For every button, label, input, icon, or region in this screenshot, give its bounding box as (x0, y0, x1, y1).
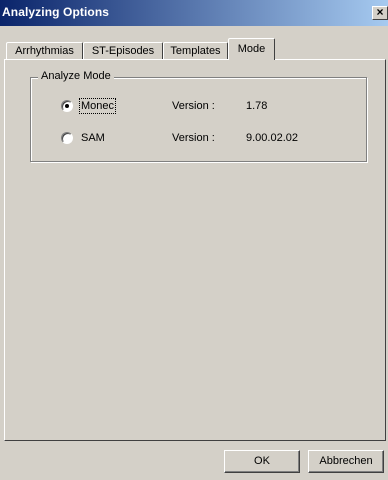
monec-radio[interactable] (61, 100, 73, 112)
monec-version-value: 1.78 (246, 100, 268, 112)
close-icon: × (376, 6, 384, 19)
radio-selected-dot (65, 104, 69, 108)
tab-mode[interactable]: Mode (228, 38, 275, 60)
analyze-mode-group-label: Analyze Mode (38, 70, 114, 83)
tab-label: ST-Episodes (91, 45, 155, 57)
monec-label[interactable]: Monec (78, 98, 117, 114)
title-bar: Analyzing Options × (0, 0, 388, 26)
monec-version-label: Version : (172, 100, 215, 112)
close-button[interactable]: × (372, 6, 388, 20)
cancel-button[interactable]: Abbrechen (308, 450, 384, 473)
sam-version-value: 9.00.02.02 (246, 132, 298, 144)
tab-label: Arrhythmias (15, 45, 74, 57)
window-title: Analyzing Options (2, 5, 110, 19)
sam-radio[interactable] (61, 132, 73, 144)
analyze-mode-group (30, 77, 367, 162)
sam-label[interactable]: SAM (81, 131, 105, 145)
sam-version-label: Version : (172, 132, 215, 144)
ok-button[interactable]: OK (224, 450, 300, 473)
tab-label: Mode (237, 43, 266, 55)
tab-label: Templates (170, 45, 221, 57)
